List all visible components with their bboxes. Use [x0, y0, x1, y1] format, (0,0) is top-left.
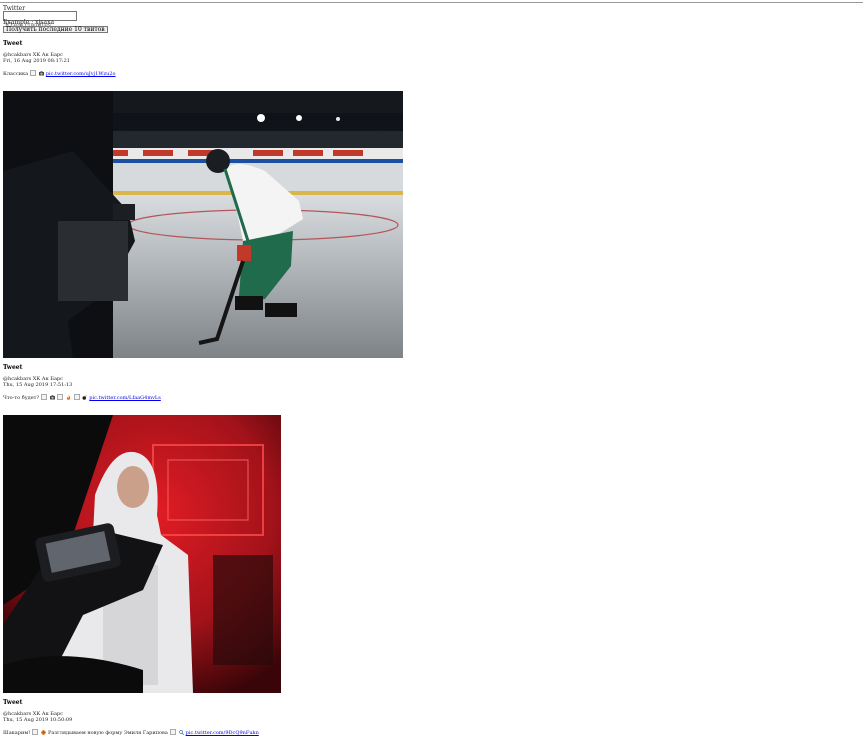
- tweet-photo-player-hoodie: [3, 415, 281, 693]
- tweet-text-body-2: Разглядываем новую форму Эмиля Гарипова: [48, 730, 168, 736]
- tweet-date: Thu, 15 Aug 2019 10:50:09: [3, 717, 73, 723]
- bomb-icon: [82, 395, 87, 400]
- tweet-media-link[interactable]: pic.twitter.com/LfaaG4mvLs: [89, 395, 160, 401]
- tweet-card: Tweet @hcakbars ХК Ак Барс Thu, 15 Aug 2…: [3, 699, 259, 736]
- tweet-text: Шакарим! Разглядываем новую форму Эмиля …: [3, 729, 259, 736]
- tweet-title: Tweet: [3, 699, 23, 706]
- tweet-text: Классика pic.twitter.com/uJvj1Wzu2o: [3, 70, 116, 77]
- tweet-text-body: Шакарим!: [3, 730, 31, 736]
- tweet-text-body: Классика: [3, 71, 29, 77]
- fire-icon: [66, 395, 71, 400]
- broken-image-icon: [41, 394, 48, 400]
- tweet-media-link[interactable]: pic.twitter.com/uJvj1Wzu2o: [46, 71, 116, 77]
- tweet-media-link[interactable]: pic.twitter.com/9DcQ9nFukn: [186, 730, 259, 736]
- tweet-text-body: Что-то будет?: [3, 395, 40, 401]
- broken-image-icon: [32, 729, 39, 735]
- tweet-title: Tweet: [3, 40, 23, 47]
- tweet-date: Fri, 16 Aug 2019 08:17:21: [3, 58, 70, 64]
- tweet-date: Thu, 15 Aug 2019 17:51:13: [3, 382, 73, 388]
- broken-image-icon: [57, 394, 64, 400]
- broken-image-icon: [169, 729, 176, 735]
- tweet-text: Что-то будет? pic.twitter.com/LfaaG4mvLs: [3, 394, 161, 401]
- top-divider: [0, 2, 863, 3]
- broken-image-icon: [73, 394, 80, 400]
- tweet-photo-hockey-player: [3, 91, 403, 358]
- fetch-tweets-button[interactable]: Получить последние 10 твитов: [3, 26, 108, 33]
- camera-icon: [38, 71, 44, 76]
- magnifier-icon: [178, 730, 184, 735]
- tweet-title: Tweet: [3, 364, 23, 371]
- camera-icon: [49, 395, 55, 400]
- tweet-card: Tweet @hcakbars ХК Ак Барс Thu, 15 Aug 2…: [3, 364, 161, 401]
- broken-image-icon: [30, 70, 37, 76]
- tweet-card: Tweet @hcakbars ХК Ак Барс Fri, 16 Aug 2…: [3, 40, 116, 77]
- basketball-icon: [41, 730, 46, 735]
